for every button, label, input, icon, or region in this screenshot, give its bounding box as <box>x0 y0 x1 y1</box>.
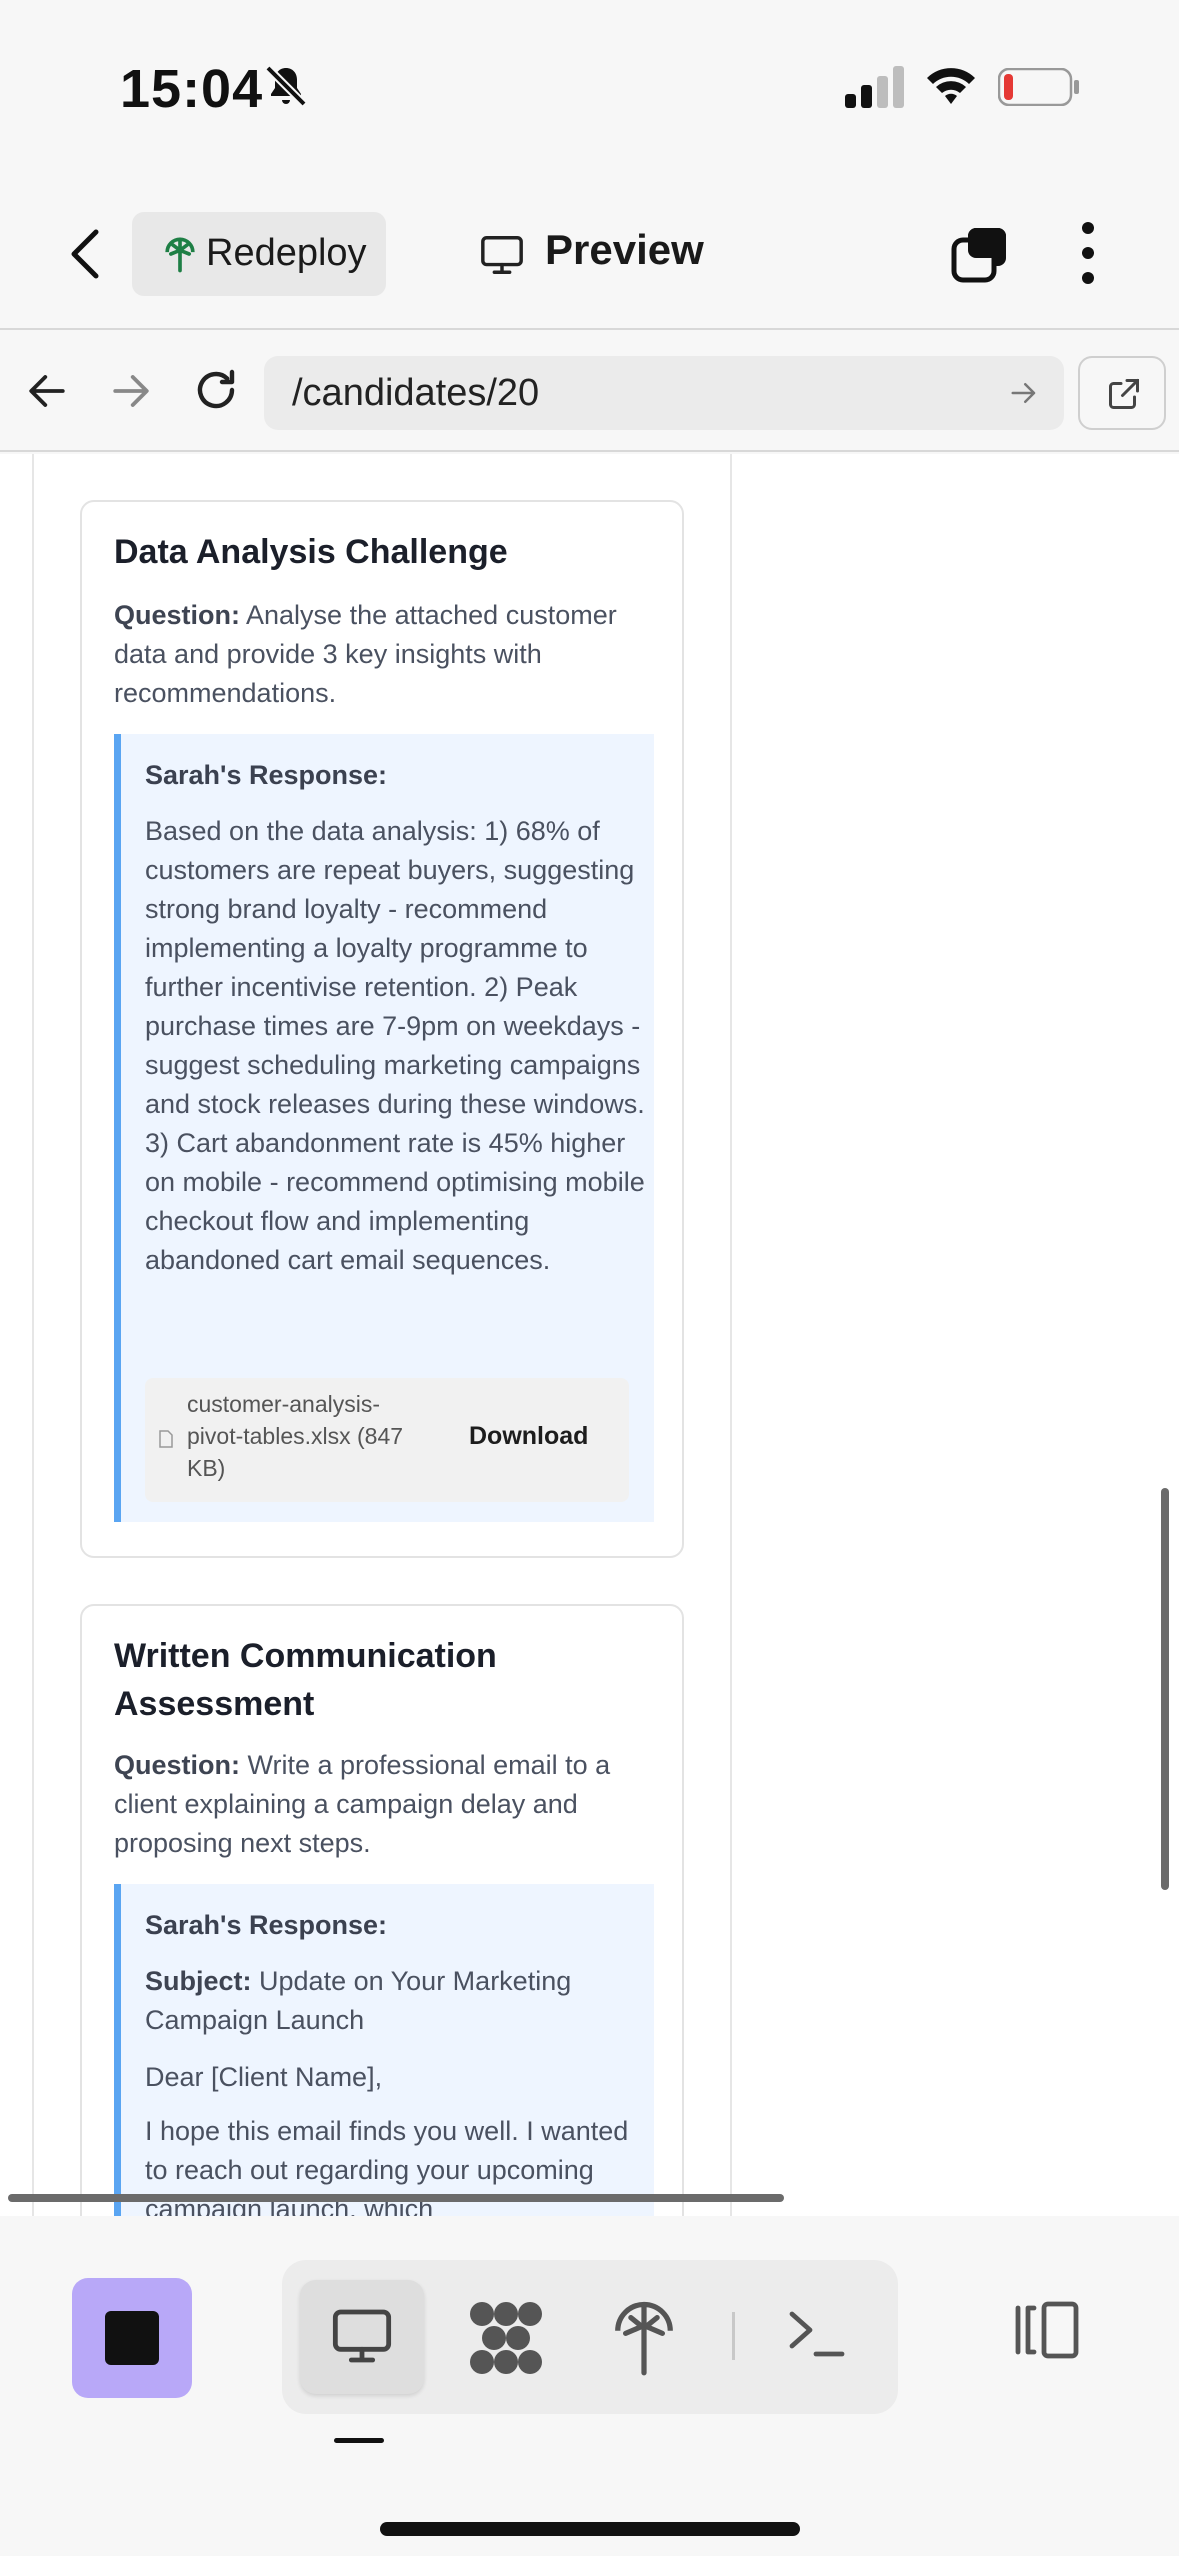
response-heading: Sarah's Response: <box>145 760 388 790</box>
tool-preview-button[interactable] <box>300 2280 424 2394</box>
card-title: Written Communication Assessment <box>114 1637 497 1723</box>
chevron-left-icon[interactable] <box>62 226 108 282</box>
tabs-icon[interactable] <box>950 224 1010 284</box>
bell-slash-icon <box>265 65 307 107</box>
response-block: Sarah's Response: Subject: Update on You… <box>114 1884 654 2216</box>
status-bar: 15:04 <box>0 0 1179 170</box>
tool-switcher <box>282 2260 898 2414</box>
arrow-right-icon[interactable] <box>110 370 152 412</box>
apps-icon[interactable] <box>466 2298 546 2378</box>
panel-toggle-icon[interactable] <box>1010 2300 1082 2360</box>
vertical-scrollbar[interactable] <box>1161 1488 1169 1890</box>
active-tab-indicator <box>334 2438 384 2443</box>
url-input[interactable]: /candidates/20 <box>264 356 1064 430</box>
bottom-toolbar <box>0 2216 1179 2556</box>
url-toolbar: /candidates/20 <box>0 332 1179 452</box>
arrow-right-icon[interactable] <box>1008 378 1040 408</box>
download-button[interactable]: Download <box>469 1422 588 1451</box>
email-greeting: Dear [Client Name], <box>145 2062 383 2092</box>
question-label: Question: <box>114 1750 240 1780</box>
stop-button[interactable] <box>72 2278 192 2398</box>
tree-deploy-icon <box>165 237 195 273</box>
reload-icon[interactable] <box>192 366 240 414</box>
attachment: customer-analysis-pivot-tables.xlsx (847… <box>145 1378 629 1502</box>
arrow-left-icon[interactable] <box>26 370 68 412</box>
signal-icon <box>845 66 904 108</box>
divider <box>732 2312 735 2360</box>
terminal-icon[interactable] <box>786 2306 846 2362</box>
open-external-button[interactable] <box>1078 356 1166 430</box>
email-subject: Subject: Update on Your Marketing Campai… <box>145 1962 645 2040</box>
redeploy-button[interactable]: Redeploy <box>132 212 386 296</box>
deploy-icon[interactable] <box>612 2294 676 2378</box>
battery-icon <box>998 68 1079 106</box>
response-text: Based on the data analysis: 1) 68% of cu… <box>145 816 645 1275</box>
redeploy-label: Redeploy <box>206 232 367 274</box>
subject-label: Subject: <box>145 1966 252 1996</box>
clock: 15:04 <box>120 59 264 119</box>
response-block: Sarah's Response: Based on the data anal… <box>114 734 654 1522</box>
app-header: Redeploy Preview <box>0 170 1179 330</box>
question-label: Question: <box>114 600 240 630</box>
card-title: Data Analysis Challenge <box>114 533 508 571</box>
assessment-card: Written Communication Assessment Questio… <box>80 1604 684 2216</box>
content-panel: Data Analysis Challenge Question: Analys… <box>32 454 732 2216</box>
home-indicator[interactable] <box>380 2522 800 2536</box>
web-viewport: Data Analysis Challenge Question: Analys… <box>0 454 1179 2216</box>
monitor-icon <box>481 236 523 274</box>
question: Question: Write a professional email to … <box>114 1746 654 1863</box>
stop-icon <box>105 2311 159 2365</box>
external-link-icon <box>1109 379 1139 409</box>
wifi-icon <box>927 68 975 104</box>
question: Question: Analyse the attached customer … <box>114 596 654 713</box>
assessment-card: Data Analysis Challenge Question: Analys… <box>80 500 684 1558</box>
preview-title: Preview <box>545 226 704 273</box>
attachment-filename: customer-analysis-pivot-tables.xlsx (847… <box>187 1391 404 1481</box>
more-vertical-icon[interactable] <box>1076 220 1100 286</box>
horizontal-scrollbar[interactable] <box>8 2194 784 2202</box>
response-heading: Sarah's Response: <box>145 1910 388 1940</box>
url-text: /candidates/20 <box>292 372 540 414</box>
file-icon <box>159 1430 173 1448</box>
monitor-icon <box>332 2309 392 2363</box>
